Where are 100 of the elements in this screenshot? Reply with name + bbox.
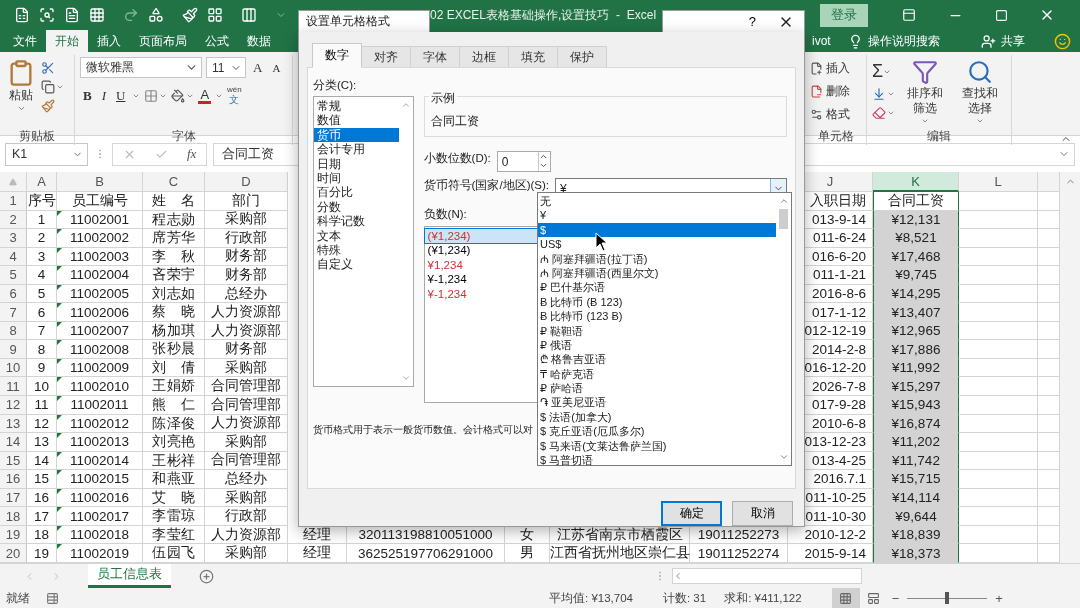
currency-option[interactable]: US$ bbox=[538, 237, 776, 252]
tell-me-search[interactable]: 操作说明搜索 bbox=[867, 32, 940, 50]
dialog-tab[interactable]: 数字 bbox=[312, 43, 362, 68]
help-button[interactable]: ? bbox=[748, 14, 756, 29]
layout-icon[interactable] bbox=[207, 7, 223, 23]
negative-format-item[interactable]: (¥1,234) bbox=[424, 243, 538, 258]
zoom-thumb[interactable] bbox=[945, 592, 950, 604]
delete-cells-button[interactable]: 删除 bbox=[810, 83, 850, 100]
insert-function-button[interactable]: fx bbox=[187, 146, 197, 162]
negative-format-item[interactable]: (¥1,234) bbox=[424, 229, 538, 244]
font-name-dropdown[interactable]: 微软雅黑 bbox=[80, 57, 202, 78]
category-item[interactable]: 百分比 bbox=[314, 185, 399, 200]
column-header[interactable]: D bbox=[205, 172, 288, 192]
font-size-dropdown[interactable]: 11 bbox=[206, 57, 246, 78]
currency-option[interactable]: ₾ 格鲁吉亚语 bbox=[538, 352, 776, 367]
currency-option[interactable]: ₽ 鞑靼语 bbox=[538, 323, 776, 338]
currency-option[interactable]: $ 法语(加拿大) bbox=[538, 409, 776, 425]
row-header[interactable]: 16 bbox=[0, 470, 27, 489]
column-header[interactable]: L bbox=[959, 172, 1038, 192]
spin-down-icon[interactable] bbox=[538, 161, 548, 170]
currency-option[interactable]: ₼ 阿塞拜疆语(西里尔文) bbox=[538, 265, 776, 281]
row-header[interactable]: 12 bbox=[0, 396, 27, 415]
paste-button[interactable]: 粘贴 bbox=[5, 57, 37, 115]
category-item[interactable]: 科学记数 bbox=[314, 214, 399, 229]
negative-format-item[interactable]: ¥1,234 bbox=[424, 257, 538, 273]
dialog-button[interactable]: 确定 bbox=[661, 501, 722, 526]
fill-button[interactable] bbox=[872, 87, 895, 101]
ribbon-tab[interactable]: ivot bbox=[812, 34, 831, 48]
redo-icon[interactable] bbox=[123, 7, 139, 23]
dialog-tab[interactable]: 对齐 bbox=[361, 46, 411, 68]
category-item[interactable]: 常规 bbox=[314, 99, 399, 114]
currency-option[interactable]: ₽ 萨哈语 bbox=[538, 381, 776, 396]
dialog-tab[interactable]: 边框 bbox=[459, 46, 509, 68]
currency-option[interactable]: Ƀ 比特币 (123 Ƀ) bbox=[538, 309, 776, 324]
currency-option[interactable]: ₼ 阿塞拜疆语(拉丁语) bbox=[538, 251, 776, 266]
brush-icon[interactable] bbox=[182, 7, 198, 23]
add-sheet-icon[interactable] bbox=[199, 568, 214, 584]
magnifier-icon[interactable] bbox=[39, 7, 55, 23]
scroll-left-icon[interactable] bbox=[673, 571, 683, 581]
currency-option[interactable]: ₽ 俄语 bbox=[538, 337, 776, 353]
category-item[interactable]: 时间 bbox=[314, 170, 399, 186]
ribbon-tab[interactable]: 数据 bbox=[238, 30, 280, 52]
currency-option[interactable]: $ 马来语(文莱达鲁萨兰国) bbox=[538, 438, 776, 454]
row-header[interactable]: 9 bbox=[0, 340, 27, 359]
smiley-icon[interactable] bbox=[1053, 32, 1071, 50]
share-button[interactable]: 共享 bbox=[1000, 32, 1025, 50]
row-header[interactable]: 7 bbox=[0, 303, 27, 322]
category-item[interactable]: 货币 bbox=[314, 127, 399, 143]
scroll-down-icon[interactable] bbox=[778, 452, 789, 462]
row-header[interactable]: 1 bbox=[0, 192, 27, 211]
currency-option[interactable]: ₸ 哈萨克语 bbox=[538, 366, 776, 382]
currency-option[interactable]: $ 马普切语 bbox=[538, 453, 776, 468]
currency-option[interactable]: ¥ bbox=[538, 208, 776, 223]
category-item[interactable]: 分数 bbox=[314, 199, 399, 215]
spin-up-icon[interactable] bbox=[538, 152, 548, 161]
currency-option[interactable]: ₽ 巴什基尔语 bbox=[538, 280, 776, 295]
login-button[interactable]: 登录 bbox=[820, 3, 868, 27]
grow-font-button[interactable]: A bbox=[250, 59, 266, 76]
negative-format-item[interactable]: ¥-1,234 bbox=[424, 272, 538, 287]
scroll-thumb[interactable] bbox=[779, 209, 788, 229]
insert-cells-button[interactable]: 插入 bbox=[810, 60, 850, 77]
row-header[interactable]: 20 bbox=[0, 544, 27, 563]
ribbon-tab[interactable]: 文件 bbox=[4, 30, 46, 52]
clear-button[interactable] bbox=[872, 106, 895, 120]
dialog-tab[interactable]: 字体 bbox=[410, 46, 460, 68]
ribbon-tab[interactable]: 插入 bbox=[88, 30, 130, 52]
italic-button[interactable]: I bbox=[98, 87, 109, 104]
currency-option[interactable]: $ 克丘亚语(厄瓜多尔) bbox=[538, 424, 776, 439]
column-header[interactable]: C bbox=[143, 172, 205, 192]
bold-button[interactable]: B bbox=[80, 87, 95, 104]
scroll-up-icon[interactable] bbox=[778, 196, 789, 206]
ribbon-tab[interactable]: 公式 bbox=[196, 30, 238, 52]
decimal-spinner[interactable]: 0 bbox=[496, 151, 551, 172]
sheet-tab[interactable]: 员工信息表 bbox=[88, 564, 171, 588]
format-cells-button[interactable]: 格式 bbox=[810, 106, 850, 123]
column-header[interactable]: B bbox=[57, 172, 143, 192]
autosum-button[interactable]: Σ bbox=[872, 61, 895, 82]
column-header[interactable]: K bbox=[873, 172, 959, 192]
shrink-font-button[interactable]: A bbox=[269, 61, 284, 74]
currency-option[interactable]: Ƀ 比特币 (Ƀ 123) bbox=[538, 294, 776, 310]
horizontal-scrollbar[interactable] bbox=[672, 568, 862, 584]
columns-icon[interactable] bbox=[241, 7, 257, 23]
category-item[interactable]: 文本 bbox=[314, 228, 399, 243]
fill-color-button[interactable] bbox=[171, 88, 195, 103]
copy-button[interactable] bbox=[41, 80, 64, 94]
row-header[interactable]: 11 bbox=[0, 377, 27, 396]
font-color-button[interactable]: A bbox=[198, 87, 212, 104]
ribbon-tab[interactable]: 页面布局 bbox=[130, 30, 196, 52]
border-button[interactable] bbox=[144, 88, 168, 103]
dialog-tab[interactable]: 填充 bbox=[508, 46, 558, 68]
currency-dropdown-menu[interactable]: 无 ¥ $ US$ ₼ 阿塞拜疆语(拉丁语) ₼ 阿塞拜疆语(西里尔文) ₽ 巴什基尔语 Ƀ 比特币 (Ƀ 123) Ƀ 比特币 (123 Ƀ) ₽ 鞑靼语 ₽ 俄语 ₾ 格鲁吉亚语 ₸ 哈萨克语 ₽ 萨哈语 ֏ 亚美尼亚语 $ 法语(加拿大) $ 克丘亚语(厄瓜多尔) $ 马来语(文莱达鲁萨兰国) $ 马普切语 bbox=[537, 192, 792, 466]
zoom-in-button[interactable]: + bbox=[991, 590, 1007, 606]
underline-button[interactable]: U bbox=[113, 87, 129, 104]
shapes-icon[interactable] bbox=[148, 7, 164, 23]
row-header[interactable]: 5 bbox=[0, 266, 27, 285]
spreadsheet-icon[interactable] bbox=[14, 7, 30, 23]
row-header[interactable]: 3 bbox=[0, 229, 27, 248]
negative-format-item[interactable]: ¥-1,234 bbox=[424, 286, 538, 301]
phonetic-button[interactable]: wén 文 bbox=[227, 86, 242, 105]
category-item[interactable]: 特殊 bbox=[314, 242, 399, 258]
